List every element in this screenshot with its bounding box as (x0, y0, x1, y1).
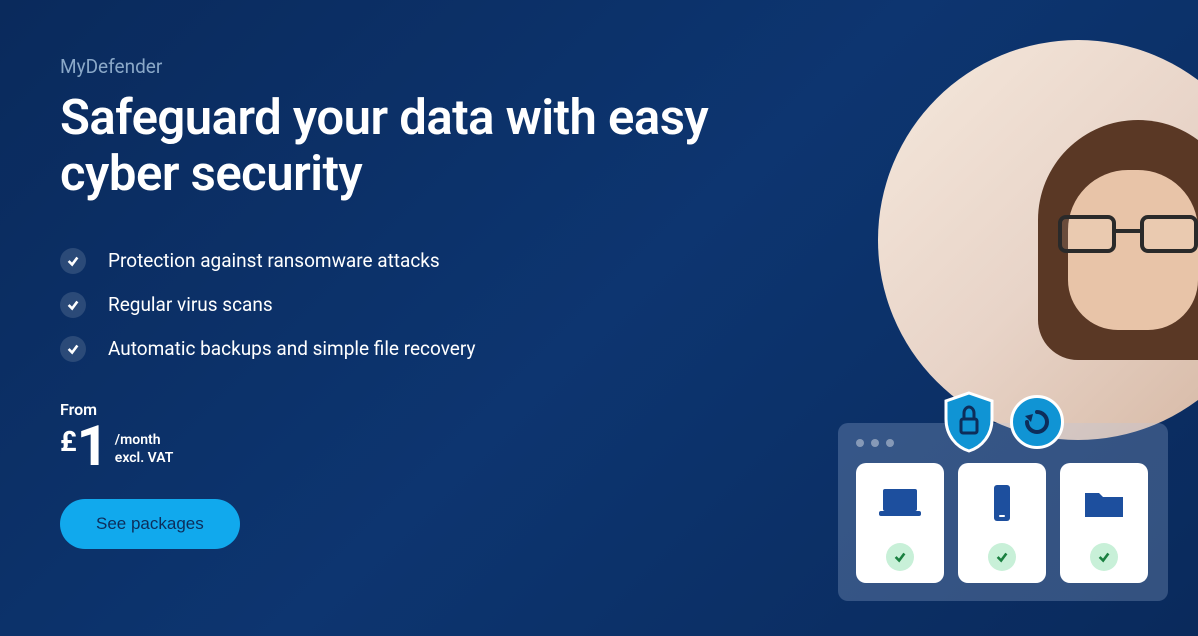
product-name: MyDefender (60, 55, 1138, 78)
icon-panel (838, 423, 1168, 601)
check-icon (1090, 543, 1118, 571)
features-list: Protection against ransomware attacks Re… (60, 248, 1138, 362)
top-icons (942, 391, 1064, 453)
phone-icon (977, 483, 1027, 523)
check-icon (60, 336, 86, 362)
device-card-phone (958, 463, 1046, 583)
feature-item: Protection against ransomware attacks (60, 248, 1138, 274)
feature-item: Regular virus scans (60, 292, 1138, 318)
laptop-icon (875, 483, 925, 523)
feature-text: Automatic backups and simple file recove… (108, 337, 475, 360)
check-icon (886, 543, 914, 571)
price-amount: 1 (77, 421, 109, 471)
folder-icon (1079, 483, 1129, 523)
price-period: /month excl. VAT (115, 431, 174, 467)
device-card-laptop (856, 463, 944, 583)
price-currency: £ (60, 425, 77, 458)
window-dot (886, 439, 894, 447)
shield-lock-icon (942, 391, 996, 453)
price-vat-note: excl. VAT (115, 449, 174, 467)
window-dot (871, 439, 879, 447)
device-card-folder (1060, 463, 1148, 583)
check-icon (60, 292, 86, 318)
headline: Safeguard your data with easy cyber secu… (60, 90, 760, 203)
check-icon (60, 248, 86, 274)
window-dot (856, 439, 864, 447)
feature-text: Regular virus scans (108, 293, 273, 316)
restore-icon (1010, 395, 1064, 449)
see-packages-button[interactable]: See packages (60, 499, 240, 549)
price-period-text: /month (115, 432, 161, 448)
feature-text: Protection against ransomware attacks (108, 249, 440, 272)
check-icon (988, 543, 1016, 571)
feature-item: Automatic backups and simple file recove… (60, 336, 1138, 362)
